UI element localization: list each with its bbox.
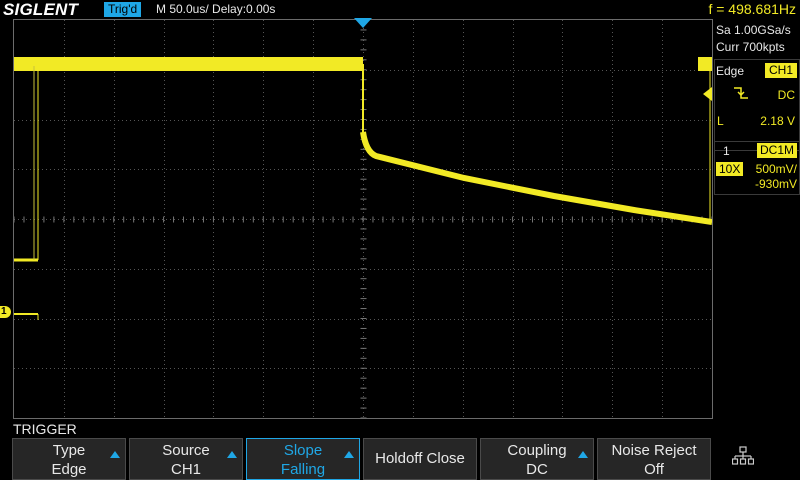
softkey-source[interactable]: Source CH1 xyxy=(129,438,243,480)
channel-offset: -930mV xyxy=(754,177,797,191)
softkey-label: Noise Reject xyxy=(611,442,697,459)
softkey-value: Edge xyxy=(51,461,87,478)
waveform-display[interactable] xyxy=(13,19,713,419)
softkey-label: Holdoff Close xyxy=(375,450,465,467)
trigger-level-label: L xyxy=(717,114,724,128)
trigger-type: Edge xyxy=(716,64,745,78)
network-icon[interactable] xyxy=(732,446,754,466)
softkey-label: Source xyxy=(162,442,210,459)
trace-high-segment-end xyxy=(698,57,712,71)
softkey-coupling[interactable]: Coupling DC xyxy=(480,438,594,480)
softkey-slope[interactable]: Slope Falling xyxy=(246,438,360,480)
memory-depth: Curr 700kpts xyxy=(716,40,785,54)
probe-attenuation-badge: 10X xyxy=(716,162,744,176)
softkey-value: DC xyxy=(526,461,548,478)
timebase-value: M 50.0us/ xyxy=(156,2,209,16)
brand-logo: SIGLENT xyxy=(3,0,79,19)
trigger-position-marker[interactable] xyxy=(354,18,372,28)
softkey-noise-reject[interactable]: Noise Reject Off xyxy=(597,438,711,480)
up-arrow-icon xyxy=(344,451,354,458)
delay-value: Delay:0.00s xyxy=(212,2,276,16)
trigger-source-badge: CH1 xyxy=(764,63,797,78)
falling-edge-icon xyxy=(734,87,748,99)
sample-rate: Sa 1.00GSa/s xyxy=(716,23,791,37)
softkey-value: CH1 xyxy=(170,461,201,478)
trace-high-segment xyxy=(14,57,363,71)
softkey-label: Slope xyxy=(283,442,323,459)
trace-decay xyxy=(360,131,712,225)
menu-title: TRIGGER xyxy=(13,421,77,437)
channel-coupling-badge: DC1M xyxy=(756,143,797,158)
trigger-level-value: 2.18 V xyxy=(760,114,795,128)
trigger-coupling: DC xyxy=(777,88,795,102)
trigger-level-marker[interactable] xyxy=(703,87,712,101)
softkey-bar: Type Edge Source CH1 Slope Falling Holdo… xyxy=(12,438,800,480)
up-arrow-icon xyxy=(227,451,237,458)
timebase-readout[interactable]: M 50.0us/ Delay:0.00s xyxy=(156,2,275,17)
up-arrow-icon xyxy=(578,451,588,458)
trigger-status-badge: Trig'd xyxy=(104,2,142,17)
softkey-label: Type xyxy=(52,442,86,459)
softkey-label: Coupling xyxy=(507,442,567,459)
softkey-value: Falling xyxy=(280,461,326,478)
volts-per-div: 500mV/ xyxy=(755,162,797,176)
softkey-type[interactable]: Type Edge xyxy=(12,438,126,480)
frequency-readout: f = 498.681Hz xyxy=(708,1,796,17)
status-bar: SIGLENT Trig'd M 50.0us/ Delay:0.00s f =… xyxy=(0,0,800,19)
channel1-info-box[interactable]: 1 DC1M 10X 500mV/ -930mV xyxy=(714,141,800,195)
info-panel: Sa 1.00GSa/s Curr 700kpts Edge CH1 DC L … xyxy=(714,19,800,419)
up-arrow-icon xyxy=(110,451,120,458)
graticule xyxy=(14,20,712,418)
softkey-value: Off xyxy=(644,461,664,478)
trigger-info-box[interactable]: Edge CH1 DC L 2.18 V xyxy=(714,59,800,151)
softkey-holdoff[interactable]: Holdoff Close xyxy=(363,438,477,480)
channel-number: 1 xyxy=(723,144,730,158)
ch1-offset-marker[interactable]: 1 xyxy=(0,306,11,318)
